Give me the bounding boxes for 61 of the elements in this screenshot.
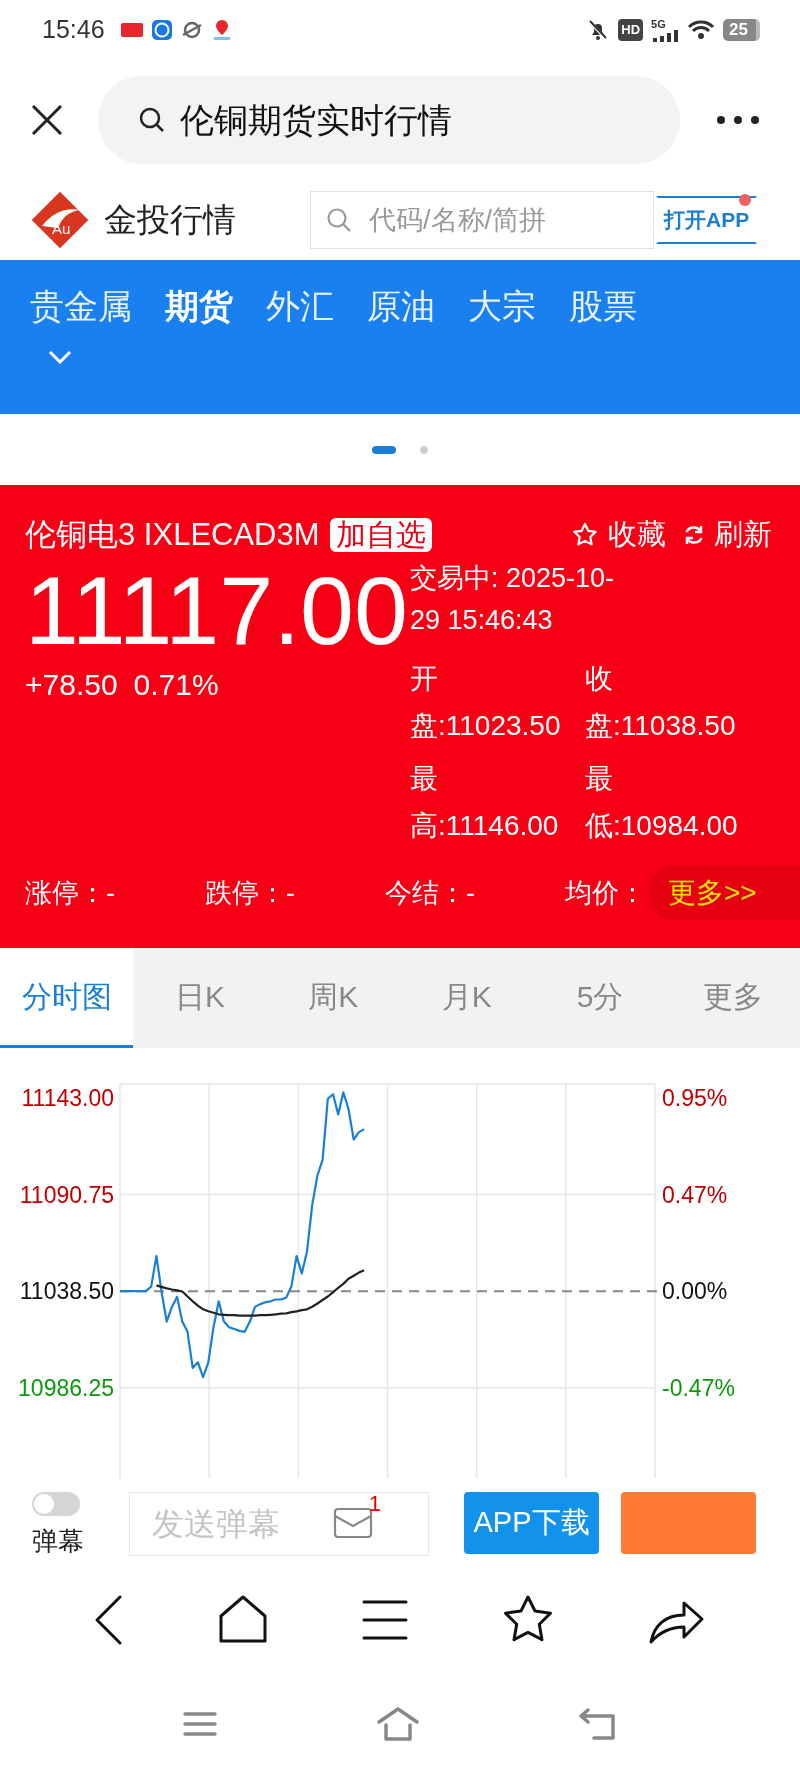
signal-icon: [651, 29, 680, 42]
category-tab[interactable]: 贵金属: [30, 284, 132, 328]
trading-status: 交易中: 2025-10-29 15:46:43: [410, 561, 616, 637]
search-field[interactable]: 代码/名称/简拼: [310, 191, 654, 249]
category-tab[interactable]: 期货: [165, 284, 233, 328]
axis-label: 10986.25: [18, 1374, 114, 1401]
category-tab[interactable]: 股票: [569, 284, 637, 328]
address-bar[interactable]: 伦铜期货实时行情: [98, 76, 680, 164]
star-icon: [572, 521, 598, 548]
wifi-icon: [687, 19, 716, 41]
favorite-button[interactable]: 收藏: [572, 513, 666, 557]
add-watchlist-button[interactable]: 加自选: [329, 517, 432, 552]
close-icon[interactable]: [30, 103, 64, 137]
notification-dot: [739, 194, 752, 207]
axis-label: 0.00%: [662, 1278, 728, 1305]
category-tab[interactable]: 原油: [367, 284, 435, 328]
limit-value: 涨停：-: [25, 876, 116, 910]
last-price: 11117.00: [25, 556, 409, 665]
percent-change: 0.71%: [133, 666, 219, 703]
toggle-label: 弹幕: [32, 1525, 84, 1558]
toggle-switch[interactable]: [32, 1492, 80, 1516]
hd-indicator: HD: [618, 19, 644, 41]
instrument-name: 伦铜电3 IXLECAD3M: [25, 515, 320, 554]
category-tab[interactable]: 外汇: [266, 284, 334, 328]
axis-label: -0.47%: [662, 1374, 735, 1401]
limit-value: 均价：: [565, 876, 647, 910]
axis-label: 11038.50: [19, 1278, 114, 1305]
axis-label: 0.95%: [662, 1084, 728, 1111]
network-type: 5G: [651, 18, 666, 30]
more-button[interactable]: 更多>>: [650, 866, 800, 920]
chevron-down-icon[interactable]: [48, 350, 72, 364]
stat-value: 收盘:11038.50: [585, 661, 737, 743]
refresh-button[interactable]: 刷新: [682, 513, 772, 557]
search-icon: [138, 106, 166, 134]
price-change: +78.50: [25, 666, 118, 703]
limit-value: 跌停：-: [205, 876, 296, 910]
stat-value: 最高:11146.00: [410, 761, 560, 843]
more-icon[interactable]: [716, 115, 760, 125]
chart-tab[interactable]: 月K: [400, 948, 534, 1048]
page-indicator[interactable]: [372, 445, 396, 454]
clock-time: 15:46: [42, 14, 105, 46]
site-name: 金投行情: [104, 200, 236, 241]
battery-level: 25: [723, 19, 760, 41]
category-tab[interactable]: 大宗: [468, 284, 536, 328]
open-app-button[interactable]: 打开APP: [656, 196, 758, 244]
axis-label: 11090.75: [19, 1181, 114, 1208]
app-icon: [150, 19, 173, 41]
axis-label: 0.47%: [662, 1181, 728, 1208]
chart-tab[interactable]: 周K: [266, 948, 400, 1048]
chart-tab[interactable]: 日K: [133, 948, 267, 1048]
limit-value: 今结：-: [385, 876, 476, 910]
stat-value: 最低:10984.00: [585, 761, 739, 843]
planet-icon: [180, 19, 203, 41]
stat-value: 开盘:11023.50: [410, 661, 562, 743]
unread-count: 1: [368, 1492, 381, 1516]
search-icon: [326, 207, 352, 233]
axis-label: 11143.00: [21, 1084, 114, 1111]
chart-tab[interactable]: 5分: [533, 948, 667, 1048]
download-button[interactable]: APP下载: [464, 1492, 599, 1554]
chart-tab[interactable]: 更多: [666, 948, 800, 1048]
news-app-icon: [120, 22, 143, 38]
